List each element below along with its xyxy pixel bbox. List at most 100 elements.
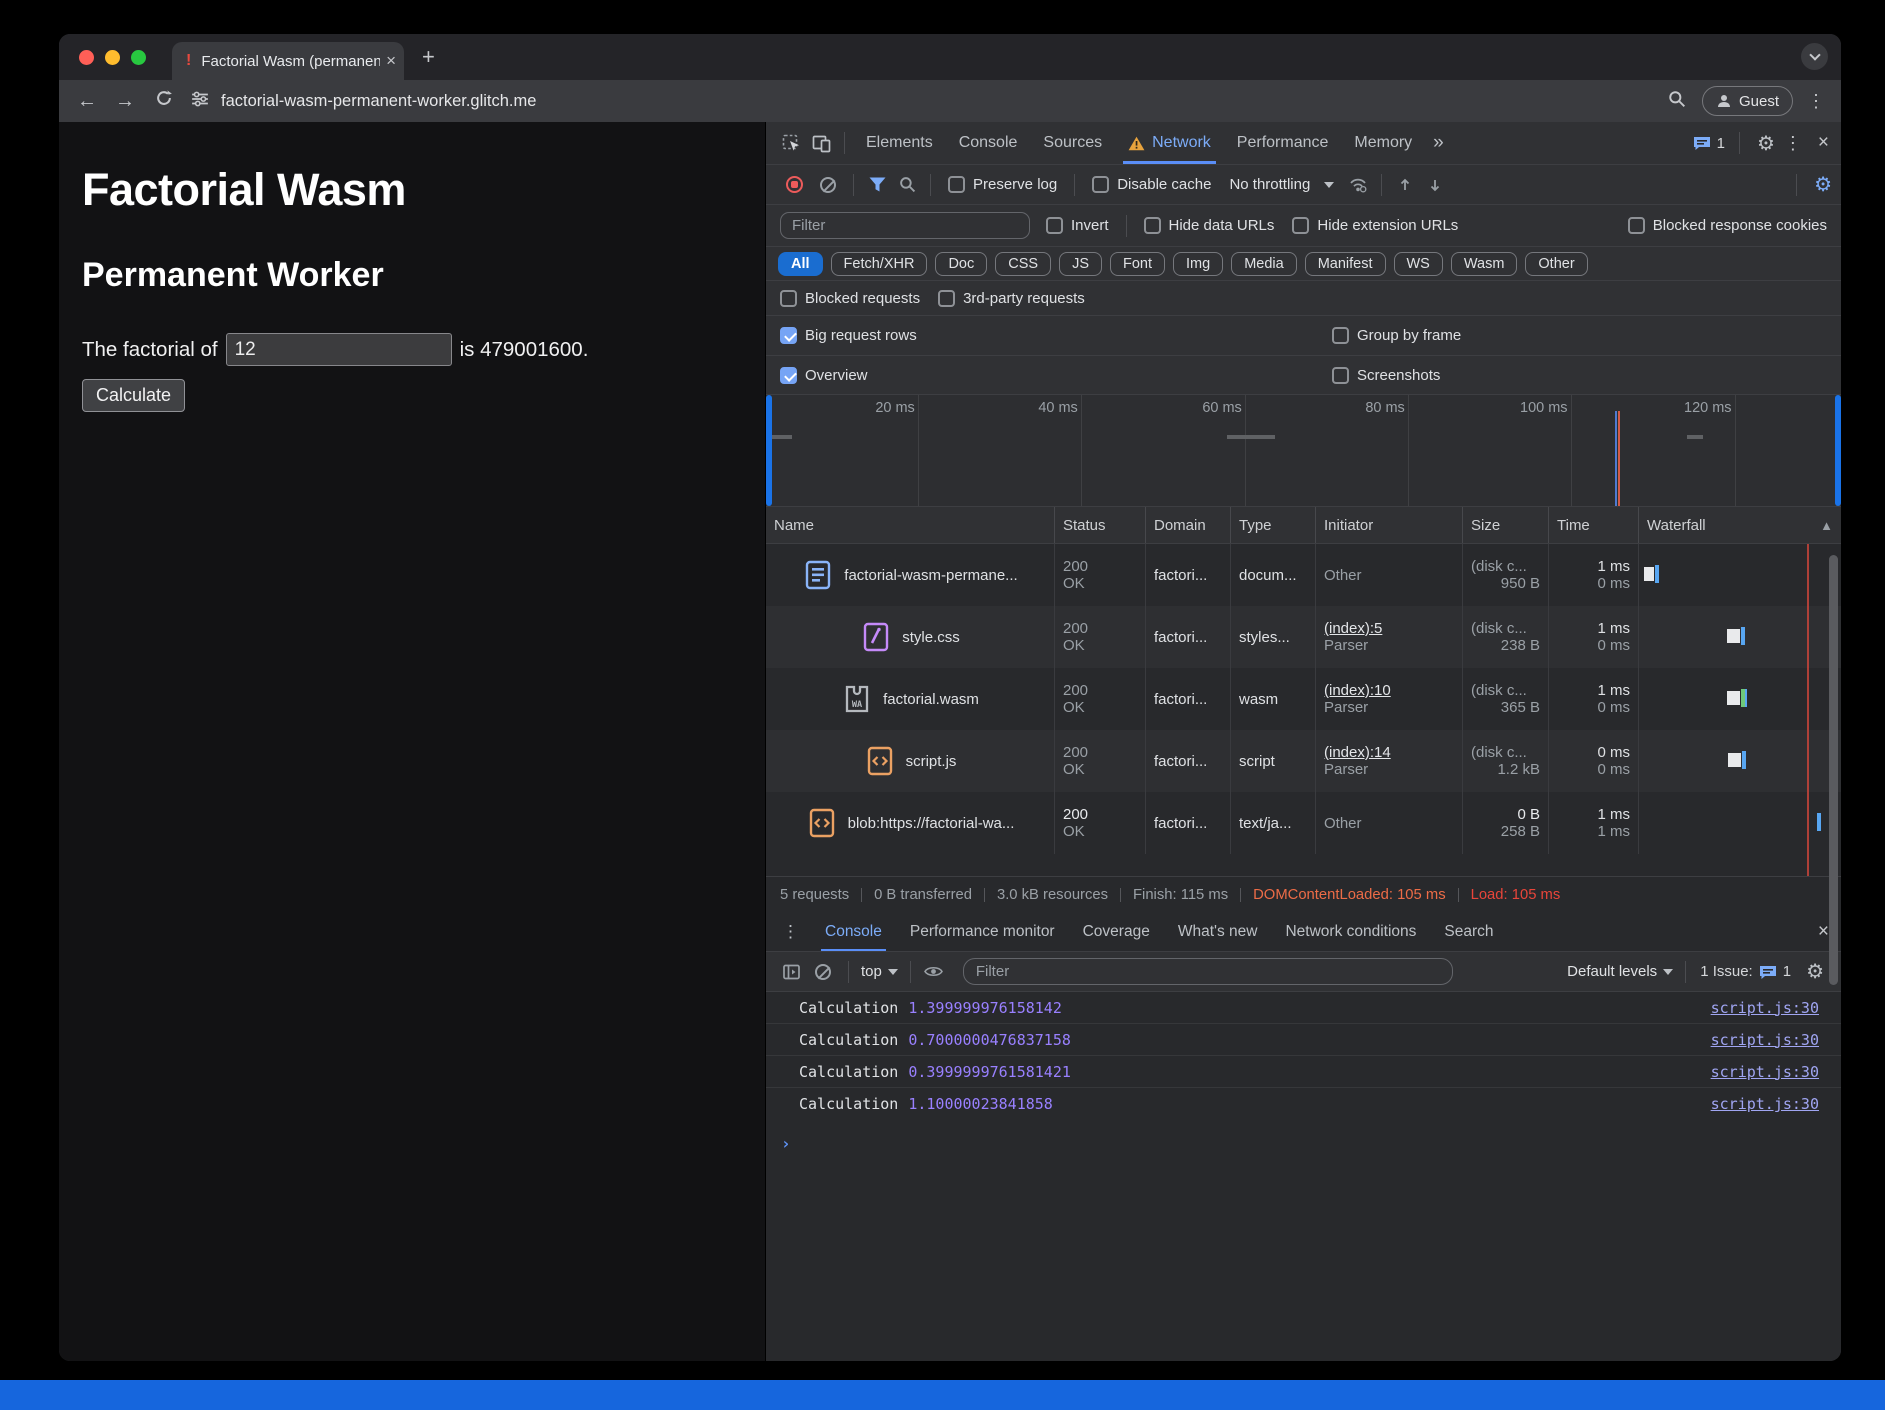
tab-memory[interactable]: Memory: [1341, 122, 1425, 164]
drawer-tab-console[interactable]: Console: [811, 912, 896, 951]
calculate-button[interactable]: Calculate: [82, 379, 185, 412]
inspect-element-button[interactable]: [776, 128, 806, 158]
clear-console-button[interactable]: [815, 964, 831, 980]
new-tab-button[interactable]: +: [422, 44, 435, 70]
console-prompt[interactable]: ›: [766, 1120, 1841, 1153]
group-by-frame-checkbox[interactable]: [1332, 327, 1349, 344]
forward-button[interactable]: →: [115, 90, 135, 113]
tab-elements[interactable]: Elements: [853, 122, 946, 164]
initiator-link[interactable]: (index):5: [1324, 620, 1454, 637]
drawer-tab-performance-monitor[interactable]: Performance monitor: [896, 912, 1069, 951]
header-status[interactable]: Status: [1055, 507, 1146, 543]
filter-toggle-button[interactable]: [862, 170, 892, 200]
initiator-link[interactable]: (index):14: [1324, 744, 1454, 761]
chip-other[interactable]: Other: [1525, 252, 1587, 276]
timeline-left-handle[interactable]: [766, 395, 772, 506]
default-levels-select[interactable]: Default levels: [1563, 963, 1677, 980]
chip-css[interactable]: CSS: [995, 252, 1051, 276]
devtools-close-button[interactable]: ×: [1806, 132, 1841, 154]
blocked-response-cookies-checkbox[interactable]: [1628, 217, 1645, 234]
chip-js[interactable]: JS: [1059, 252, 1102, 276]
source-link[interactable]: script.js:30: [1711, 1031, 1819, 1049]
record-network-log-button[interactable]: [786, 176, 803, 193]
reload-button[interactable]: [155, 89, 173, 113]
import-har-button[interactable]: [1390, 170, 1420, 200]
header-initiator[interactable]: Initiator: [1316, 507, 1463, 543]
chip-all[interactable]: All: [778, 252, 823, 276]
timeline-right-handle[interactable]: [1835, 395, 1841, 506]
tab-close-icon[interactable]: ×: [386, 51, 396, 71]
chip-ws[interactable]: WS: [1394, 252, 1443, 276]
network-settings-button[interactable]: ⚙: [1805, 172, 1841, 197]
tab-sources[interactable]: Sources: [1030, 122, 1115, 164]
site-info-button[interactable]: [191, 90, 209, 113]
request-row-blob[interactable]: blob:https://factorial-wa... 200OK facto…: [766, 792, 1841, 854]
chip-doc[interactable]: Doc: [935, 252, 987, 276]
header-domain[interactable]: Domain: [1146, 507, 1231, 543]
network-filter-input[interactable]: [780, 212, 1030, 239]
chip-media[interactable]: Media: [1231, 252, 1297, 276]
maximize-window-button[interactable]: [131, 50, 146, 65]
chip-font[interactable]: Font: [1110, 252, 1165, 276]
tab-console[interactable]: Console: [946, 122, 1031, 164]
chip-wasm[interactable]: Wasm: [1451, 252, 1518, 276]
console-settings-button[interactable]: ⚙: [1797, 959, 1833, 984]
blocked-requests-checkbox[interactable]: [780, 290, 797, 307]
request-row-document[interactable]: factorial-wasm-permane... 200OK factori.…: [766, 544, 1841, 606]
close-window-button[interactable]: [79, 50, 94, 65]
invert-checkbox[interactable]: [1046, 217, 1063, 234]
network-conditions-button[interactable]: [1343, 170, 1373, 200]
request-row-stylesheet[interactable]: style.css 200OK factori... styles... (in…: [766, 606, 1841, 668]
issues-counter[interactable]: 1: [1687, 135, 1731, 152]
console-context-select[interactable]: top: [857, 963, 902, 980]
browser-tab[interactable]: ! Factorial Wasm (permanent W ×: [172, 42, 404, 80]
clear-network-log-button[interactable]: [820, 177, 836, 193]
more-tabs-button[interactable]: »: [1425, 132, 1452, 154]
request-row-wasm[interactable]: WAfactorial.wasm 200OK factori... wasm (…: [766, 668, 1841, 730]
drawer-tab-whats-new[interactable]: What's new: [1164, 912, 1272, 951]
third-party-checkbox[interactable]: [938, 290, 955, 307]
throttling-select[interactable]: No throttling: [1229, 176, 1334, 193]
overview-checkbox[interactable]: [780, 367, 797, 384]
table-scrollbar[interactable]: [1829, 555, 1838, 985]
factorial-input[interactable]: [226, 333, 452, 366]
source-link[interactable]: script.js:30: [1711, 1063, 1819, 1081]
chip-img[interactable]: Img: [1173, 252, 1223, 276]
header-type[interactable]: Type: [1231, 507, 1316, 543]
request-row-script[interactable]: script.js 200OK factori... script (index…: [766, 730, 1841, 792]
drawer-tab-search[interactable]: Search: [1430, 912, 1507, 951]
network-search-button[interactable]: [892, 170, 922, 200]
tab-performance[interactable]: Performance: [1224, 122, 1342, 164]
header-time[interactable]: Time: [1549, 507, 1639, 543]
initiator-link[interactable]: (index):10: [1324, 682, 1454, 699]
export-har-button[interactable]: [1420, 170, 1450, 200]
hide-extension-urls-checkbox[interactable]: [1292, 217, 1309, 234]
zoom-button[interactable]: [1668, 90, 1686, 113]
console-sidebar-button[interactable]: [776, 957, 806, 987]
chip-manifest[interactable]: Manifest: [1305, 252, 1386, 276]
profile-button[interactable]: Guest: [1702, 86, 1793, 116]
header-waterfall[interactable]: Waterfall▲: [1639, 507, 1841, 543]
source-link[interactable]: script.js:30: [1711, 1095, 1819, 1113]
header-name[interactable]: Name: [766, 507, 1055, 543]
big-request-rows-checkbox[interactable]: [780, 327, 797, 344]
source-link[interactable]: script.js:30: [1711, 999, 1819, 1017]
devtools-settings-button[interactable]: ⚙: [1748, 131, 1784, 156]
console-filter-input[interactable]: [963, 958, 1453, 985]
tab-network[interactable]: Network: [1115, 122, 1224, 164]
disable-cache-checkbox[interactable]: [1092, 176, 1109, 193]
drawer-tab-network-conditions[interactable]: Network conditions: [1271, 912, 1430, 951]
devtools-menu-button[interactable]: ⋮: [1784, 134, 1802, 152]
device-toolbar-button[interactable]: [806, 128, 836, 158]
back-button[interactable]: ←: [77, 90, 97, 113]
minimize-window-button[interactable]: [105, 50, 120, 65]
chip-fetch-xhr[interactable]: Fetch/XHR: [831, 252, 928, 276]
drawer-tab-coverage[interactable]: Coverage: [1069, 912, 1164, 951]
browser-menu-button[interactable]: ⋮: [1807, 92, 1825, 110]
preserve-log-checkbox[interactable]: [948, 176, 965, 193]
header-size[interactable]: Size: [1463, 507, 1549, 543]
screenshots-checkbox[interactable]: [1332, 367, 1349, 384]
url-input[interactable]: factorial-wasm-permanent-worker.glitch.m…: [221, 92, 1668, 111]
drawer-menu-button[interactable]: ⋮: [766, 922, 811, 942]
console-issues-counter[interactable]: 1 Issue: 1: [1694, 963, 1797, 980]
